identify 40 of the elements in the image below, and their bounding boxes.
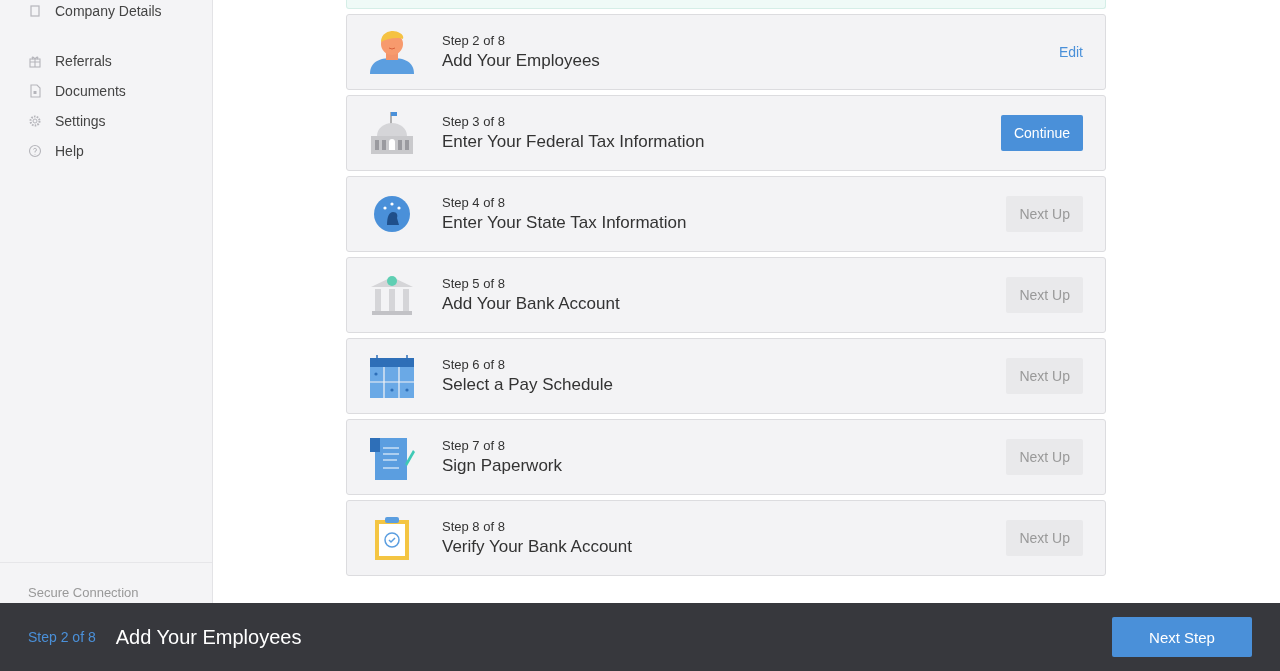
eagle-badge-icon: [373, 195, 411, 233]
sidebar-item[interactable]: Referrals: [28, 46, 212, 76]
step-title: Verify Your Bank Account: [442, 537, 633, 557]
step-title: Add Your Employees: [442, 51, 601, 71]
step-number: Step 2 of 8: [442, 33, 506, 48]
step-number: Step 8 of 8: [442, 519, 506, 534]
next-up-button[interactable]: Next Up: [1006, 520, 1083, 556]
step-number: Step 5 of 8: [442, 276, 506, 291]
sidebar-item[interactable]: Documents: [28, 76, 212, 106]
next-up-button[interactable]: Next Up: [1006, 277, 1083, 313]
gift-icon: [28, 54, 42, 68]
person-icon: [369, 30, 415, 74]
next-up-button[interactable]: Next Up: [1006, 439, 1083, 475]
secure-connection-text: Secure Connection: [28, 585, 139, 600]
next-step-button[interactable]: Next Step: [1112, 617, 1252, 657]
step-title: Sign Paperwork: [442, 456, 563, 476]
step-number: Step 7 of 8: [442, 438, 506, 453]
calendar-icon: [369, 354, 415, 398]
government-building-icon: [369, 110, 415, 156]
step-number: Step 4 of 8: [442, 195, 506, 210]
next-up-button[interactable]: Next Up: [1006, 358, 1083, 394]
step-title: Enter Your State Tax Information: [442, 213, 688, 233]
edit-link[interactable]: Edit: [1058, 44, 1083, 60]
sidebar-item[interactable]: Settings: [28, 106, 212, 136]
clipboard-check-icon: [374, 515, 410, 561]
step-title: Enter Your Federal Tax Information: [442, 132, 706, 152]
step-title: Select a Pay Schedule: [442, 375, 615, 395]
step-title: Add Your Employees: [115, 625, 303, 649]
settings-icon: [28, 114, 42, 128]
step-number: Step 3 of 8: [442, 114, 506, 129]
continue-button[interactable]: Continue: [1000, 115, 1083, 151]
bank-icon: [369, 273, 415, 317]
step-title: Add Your Bank Account: [442, 294, 621, 314]
sidebar-item[interactable]: Company Details: [28, 0, 212, 26]
step-number: Step 2 of 8: [28, 629, 96, 645]
document-icon: [28, 84, 42, 98]
step-number: Step 6 of 8: [442, 357, 506, 372]
sidebar-item[interactable]: Help: [28, 136, 212, 166]
help-icon: [28, 144, 42, 158]
next-up-button[interactable]: Next Up: [1006, 196, 1083, 232]
